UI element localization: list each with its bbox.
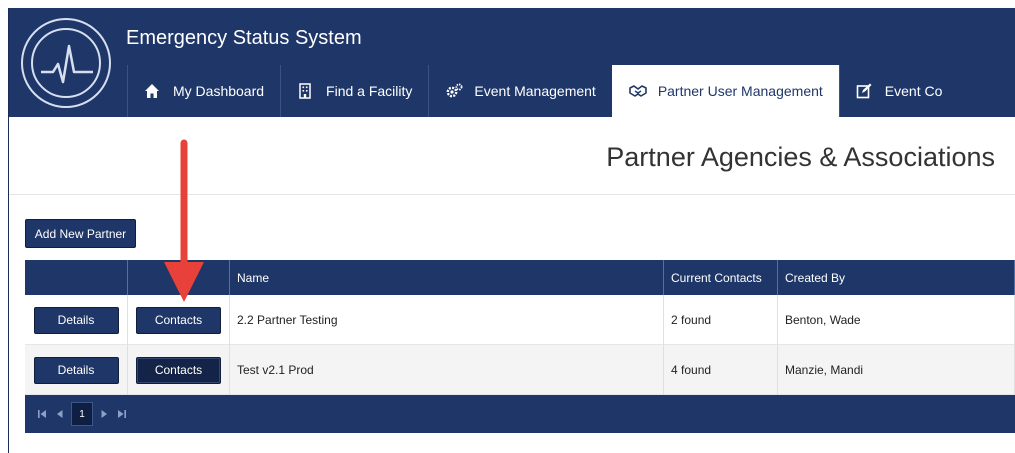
first-page-icon[interactable] [33, 403, 51, 425]
tab-my-dashboard[interactable]: My Dashboard [127, 65, 281, 117]
edit-icon [856, 83, 872, 99]
building-icon [297, 83, 313, 99]
handshake-icon [629, 83, 647, 99]
contacts-button[interactable]: Contacts [136, 356, 221, 384]
contacts-cell: Contacts [128, 295, 230, 345]
grid-pager: 1 [25, 395, 1015, 433]
tab-label: Find a Facility [326, 83, 413, 99]
column-header-details [25, 260, 128, 295]
gears-icon [445, 83, 463, 99]
add-new-partner-button[interactable]: Add New Partner [25, 219, 136, 248]
column-header-name[interactable]: Name [230, 260, 664, 295]
tab-label: My Dashboard [173, 83, 265, 99]
page-title: Partner Agencies & Associations [606, 142, 995, 172]
partners-grid: Name Current Contacts Created By Details… [25, 260, 1015, 433]
home-icon [144, 83, 160, 99]
tab-event-management[interactable]: Event Management [428, 65, 612, 117]
created-by: Manzie, Mandi [778, 345, 1015, 395]
table-row: Details Contacts 2.2 Partner Testing 2 f… [25, 295, 1015, 345]
created-by: Benton, Wade [778, 295, 1015, 345]
tab-event-co[interactable]: Event Co [838, 65, 959, 117]
contacts-cell: Contacts [128, 345, 230, 395]
tab-label: Event Co [884, 83, 943, 99]
details-cell: Details [25, 295, 128, 345]
last-page-icon[interactable] [113, 403, 131, 425]
column-header-current-contacts[interactable]: Current Contacts [664, 260, 778, 295]
tab-find-a-facility[interactable]: Find a Facility [280, 65, 429, 117]
partner-name: 2.2 Partner Testing [230, 295, 664, 345]
partner-name: Test v2.1 Prod [230, 345, 664, 395]
tab-label: Event Management [474, 83, 596, 99]
current-page-number[interactable]: 1 [71, 402, 93, 426]
tab-label: Partner User Management [657, 83, 823, 99]
title-divider [9, 194, 1015, 195]
app-title: Emergency Status System [126, 27, 362, 49]
contacts-button[interactable]: Contacts [136, 306, 221, 334]
seal-inner-ring [31, 28, 101, 98]
details-button[interactable]: Details [33, 306, 119, 334]
column-header-created-by[interactable]: Created By [778, 260, 1015, 295]
heartbeat-icon [41, 44, 93, 84]
next-page-icon[interactable] [95, 403, 113, 425]
current-contacts-count: 4 found [664, 345, 778, 395]
table-row: Details Contacts Test v2.1 Prod 4 found … [25, 345, 1015, 395]
details-button[interactable]: Details [33, 356, 119, 384]
previous-page-icon[interactable] [51, 403, 69, 425]
grid-header: Name Current Contacts Created By [25, 260, 1015, 295]
details-cell: Details [25, 345, 128, 395]
agency-seal-logo [21, 18, 111, 108]
current-contacts-count: 2 found [664, 295, 778, 345]
main-nav-tabs: My Dashboard Find a Facility Event Manag… [127, 65, 959, 117]
column-header-contacts [128, 260, 230, 295]
app-header: Emergency Status System My Dashboard Fin… [9, 8, 1015, 117]
tab-partner-user-management[interactable]: Partner User Management [611, 65, 839, 117]
